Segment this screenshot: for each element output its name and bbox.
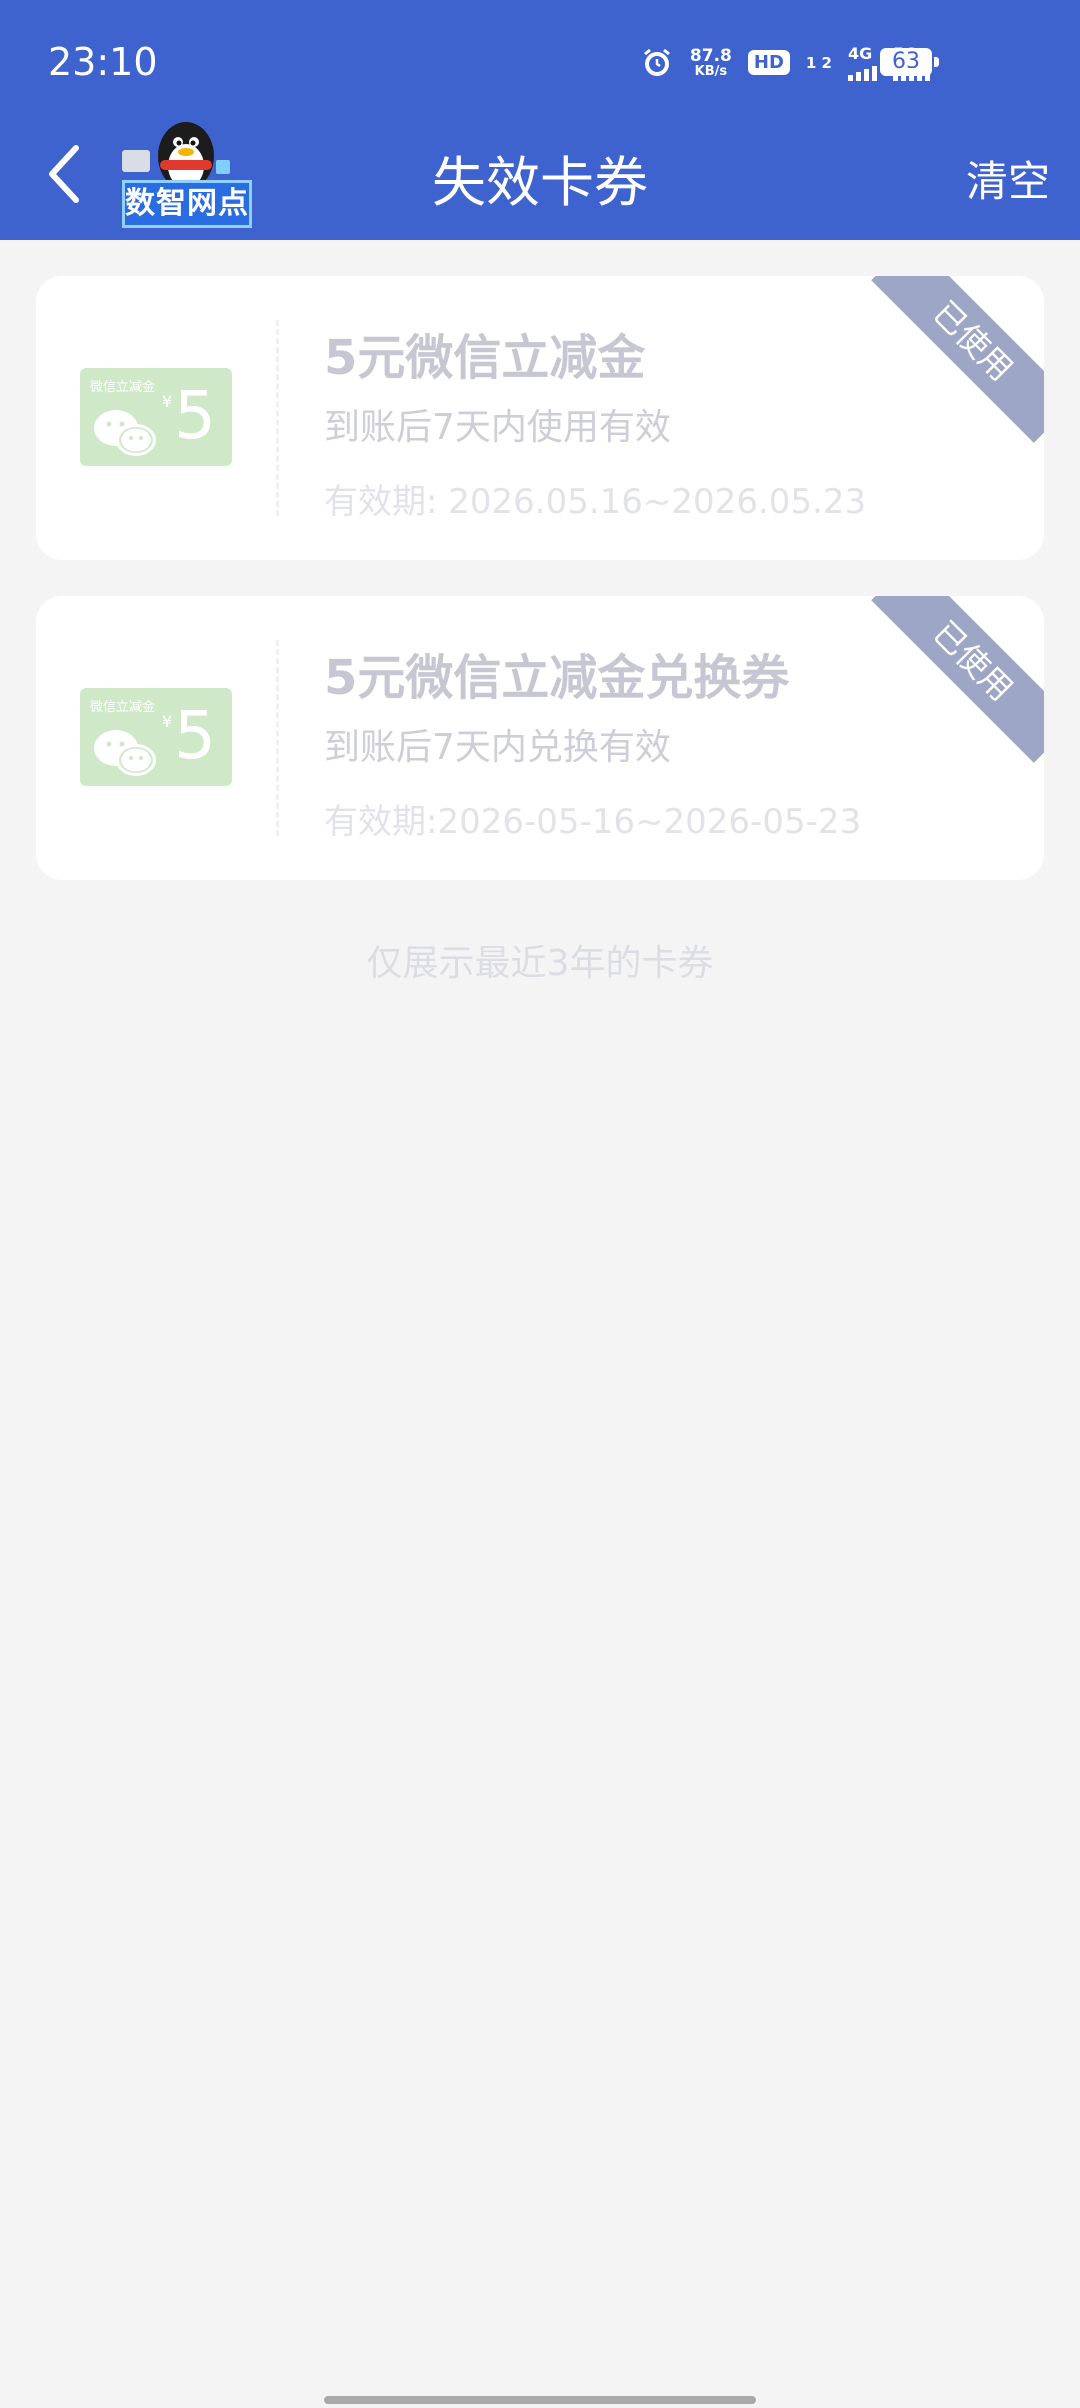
thumb-yen: ¥	[162, 712, 173, 731]
clear-button[interactable]: 清空	[966, 148, 1050, 209]
home-indicator[interactable]	[324, 2396, 756, 2404]
coupon-title: 5元微信立减金	[324, 330, 646, 386]
thumb-label: 微信立减金	[90, 700, 156, 715]
wechat-icon	[94, 730, 156, 776]
net-speed-value: 87.8	[689, 45, 732, 66]
signal-4g: 4G	[848, 44, 877, 81]
net-speed-unit: KB/s	[694, 63, 728, 79]
thumb-yen: ¥	[162, 392, 173, 411]
footer-note: 仅展示最近3年的卡券	[366, 943, 714, 984]
coupon-title: 5元微信立减金兑换券	[324, 650, 790, 706]
thumb-amount: 5	[174, 377, 216, 454]
used-ribbon: 已使用	[871, 276, 1044, 443]
page-title: 失效卡券	[432, 151, 648, 214]
coupon-card[interactable]: 微信立减金 ¥ 5 5元微信立减金兑换券 到账后7天内兑换有效 有效期:2026…	[36, 596, 1044, 880]
thumb-amount: 5	[174, 697, 216, 774]
status-time: 23:10	[48, 40, 158, 84]
thumb-label: 微信立减金	[90, 380, 156, 395]
coupon-thumbnail: 微信立减金 ¥ 5	[80, 368, 232, 466]
coupon-validity: 有效期:2026-05-16~2026-05-23	[324, 802, 862, 842]
coupon-description: 到账后7天内兑换有效	[324, 727, 671, 768]
battery-icon: 63	[880, 48, 939, 76]
coupon-validity: 有效期: 2026.05.16~2026.05.23	[324, 482, 867, 522]
hd-badge: HD	[747, 50, 790, 75]
coupon-description: 到账后7天内使用有效	[324, 407, 671, 448]
net-4g-label: 4G	[848, 44, 873, 63]
signal-bars-icon	[848, 63, 877, 81]
card-divider	[276, 320, 279, 516]
card-divider	[276, 640, 279, 836]
used-ribbon: 已使用	[871, 596, 1044, 763]
coupon-card[interactable]: 微信立减金 ¥ 5 5元微信立减金 到账后7天内使用有效 有效期: 2026.0…	[36, 276, 1044, 560]
net-speed: 87.8 KB/s	[689, 45, 732, 79]
alarm-icon	[643, 48, 670, 76]
sim-digits: 1 2	[805, 53, 832, 72]
coupon-thumbnail: 微信立减金 ¥ 5	[80, 688, 232, 786]
wechat-icon	[94, 410, 156, 456]
app-header: 23:10 87.8 KB/s HD 1 2 4G 5G 63	[0, 0, 1080, 240]
